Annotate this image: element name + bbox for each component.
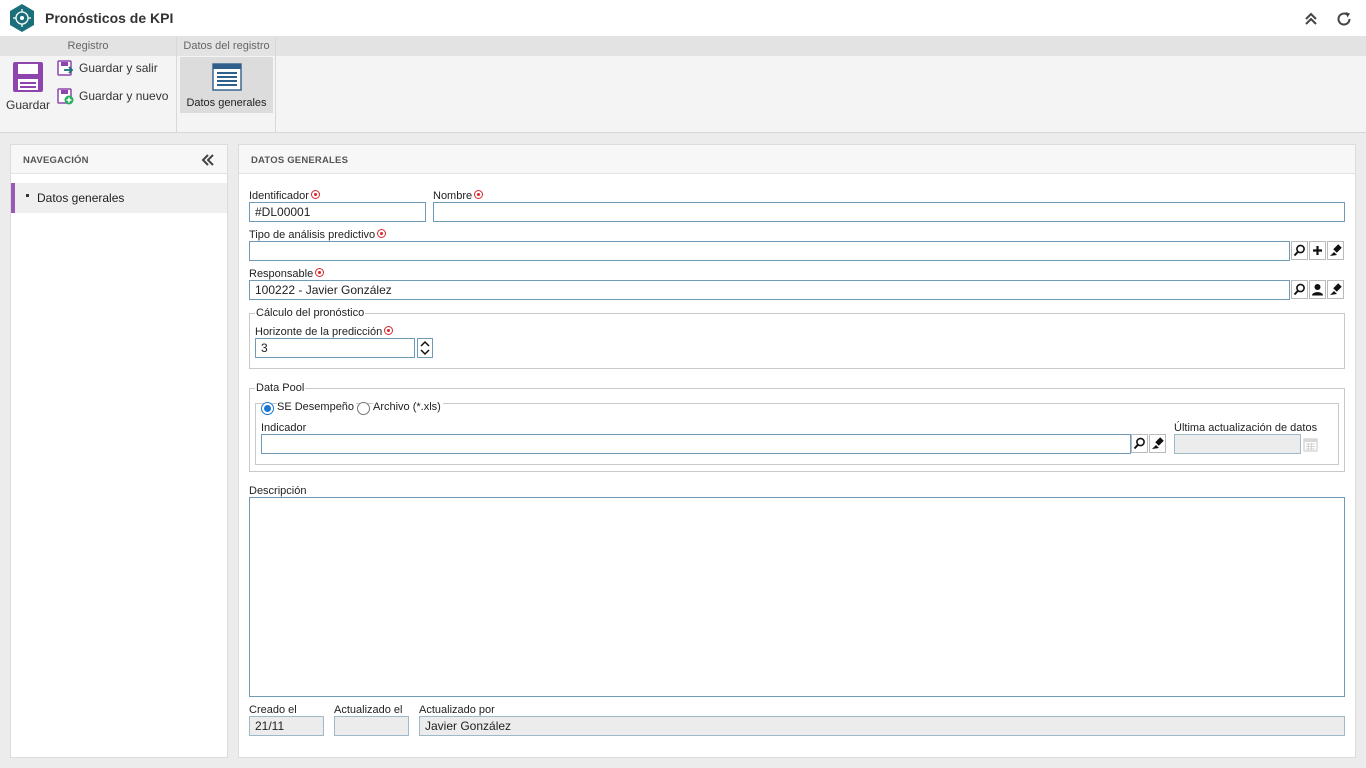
eraser-icon[interactable] [1149,434,1166,453]
search-glyph [1293,244,1305,257]
navigation-title: NAVEGACIÓN [23,155,89,166]
spin-icon [420,340,430,356]
name-label: Nombre [433,190,484,202]
analysis-type-label: Tipo de análisis predictivo [249,229,387,241]
plus-icon[interactable] [1309,241,1326,260]
title-bar: Pronósticos de KPI [0,0,1366,37]
forecast-calculation-legend: Cálculo del pronóstico [255,307,366,319]
search-glyph [1293,283,1305,296]
ribbon-divider [176,37,177,132]
analysis-type-label-text: Tipo de análisis predictivo [249,229,376,241]
section-header: DATOS GENERALES [239,145,1355,174]
save-exit-icon [57,59,74,76]
last-update-label: Última actualización de datos [1174,422,1318,434]
search-glyph [1133,437,1145,450]
save-label: Guardar [5,98,51,112]
name-label-text: Nombre [433,190,473,202]
save-new-button[interactable]: Guardar y nuevo [57,86,168,106]
responsible-label: Responsable [249,268,325,280]
app-title: Pronósticos de KPI [45,10,174,26]
save-new-icon [57,87,74,104]
eraser-glyph [1330,283,1342,295]
horizon-label: Horizonte de la predicción [255,326,394,338]
user-icon[interactable] [1309,280,1326,299]
created-label: Creado el [249,704,297,716]
radio-archivo[interactable] [357,402,370,415]
radio-se-desempeno-label: SE Desempeño [277,401,357,413]
nav-item-general-data[interactable]: Datos generales [11,183,227,213]
eraser-glyph [1330,244,1342,256]
calendar-icon [1303,438,1318,452]
updated-by-field: Javier González [419,716,1345,736]
group-label-registro: Registro [67,40,109,52]
search-icon[interactable] [1131,434,1148,453]
save-button[interactable]: Guardar [5,61,51,112]
updated-field [334,716,409,736]
identifier-label: Identificador [249,190,320,202]
general-data-button[interactable]: Datos generales [180,57,273,113]
radio-se-desempeno[interactable] [261,402,274,415]
last-update-field [1174,434,1301,454]
description-label: Descripción [249,485,307,497]
double-chevron-left-icon[interactable] [201,153,215,167]
updated-by-label: Actualizado por [419,704,495,716]
save-new-label: Guardar y nuevo [79,89,169,103]
save-exit-label: Guardar y salir [79,61,158,75]
group-label-datos: Datos del registro [183,40,270,52]
required-icon [474,190,484,199]
responsible-label-text: Responsable [249,268,314,280]
eraser-glyph [1152,437,1164,449]
ribbon: Registro Datos del registro Guardar Guar… [0,37,1366,133]
horizon-field[interactable]: 3 [255,338,415,358]
navigation-header: NAVEGACIÓN [11,145,227,174]
indicator-label: Indicador [261,422,307,434]
eraser-icon[interactable] [1327,241,1344,260]
name-field[interactable] [433,202,1345,222]
collapse-up-icon[interactable] [1302,10,1320,28]
identifier-label-text: Identificador [249,190,309,202]
horizon-stepper[interactable] [417,338,433,358]
app-logo-icon [10,4,34,32]
indicator-field[interactable] [261,434,1131,454]
form-icon [212,63,242,91]
created-field: 21/11 [249,716,324,736]
horizon-label-text: Horizonte de la predicción [255,326,383,338]
nav-bullet [26,194,29,197]
updated-label: Actualizado el [334,704,403,716]
required-icon [384,326,394,335]
identifier-field[interactable]: #DL00001 [249,202,426,222]
required-icon [377,229,387,238]
search-icon[interactable] [1291,241,1308,260]
eraser-icon[interactable] [1327,280,1344,299]
general-data-label: Datos generales [186,97,267,109]
analysis-type-field[interactable] [249,241,1290,261]
search-icon[interactable] [1291,280,1308,299]
general-data-panel: DATOS GENERALES Identificador #DL00001 N… [238,144,1356,758]
save-icon [13,62,43,92]
navigation-panel: NAVEGACIÓN Datos generales [10,144,228,758]
nav-item-label: Datos generales [37,191,125,205]
required-icon [315,268,325,277]
radio-archivo-label: Archivo (*.xls) [373,401,443,413]
plus-glyph [1313,246,1322,255]
ribbon-divider [275,37,276,132]
datapool-legend: Data Pool [255,382,306,394]
save-exit-button[interactable]: Guardar y salir [57,58,158,78]
section-title: DATOS GENERALES [251,155,349,166]
user-glyph [1312,284,1323,296]
responsible-field[interactable]: 100222 - Javier González [249,280,1290,300]
refresh-icon[interactable] [1335,10,1353,28]
required-icon [310,190,320,199]
description-textarea[interactable] [249,497,1345,697]
